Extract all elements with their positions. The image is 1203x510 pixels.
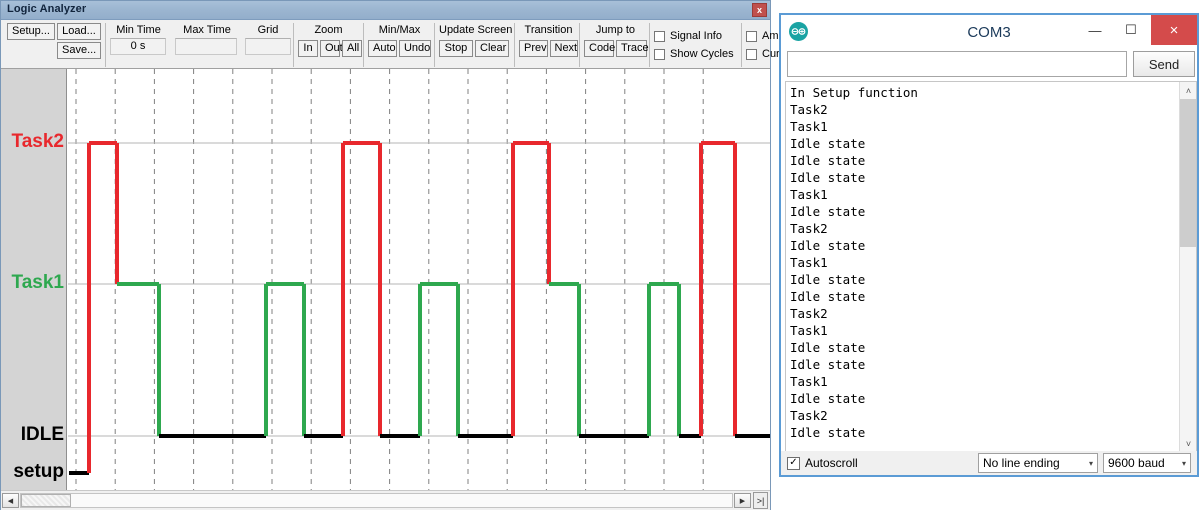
minimize-icon[interactable]: — — [1077, 15, 1113, 45]
transition-caption: Transition — [524, 24, 573, 36]
screen: Logic Analyzer x Setup... Load... Save..… — [0, 0, 1203, 510]
scroll-up-icon[interactable]: ˄ — [1180, 82, 1196, 99]
max-time-group: Max Time — [171, 23, 239, 67]
jump-to-group: Jump to Code Trace — [579, 23, 649, 67]
serial-monitor-titlebar: COM3 — ☐ × — [781, 15, 1197, 49]
jump-to-code-button[interactable]: Code — [584, 40, 615, 57]
scroll-down-icon[interactable]: ˅ — [1180, 435, 1196, 452]
show-cycles-label: Show Cycles — [670, 48, 734, 60]
signal-label-idle: IDLE — [20, 424, 64, 445]
serial-output-text: In Setup function Task2 Task1 Idle state… — [790, 85, 918, 440]
update-screen-group: Update Screen Stop Clear — [434, 23, 513, 67]
min-time-group: Min Time 0 s — [105, 23, 167, 67]
scroll-to-end-button[interactable]: >| — [753, 492, 768, 509]
transition-next-button[interactable]: Next — [549, 40, 578, 57]
baud-rate-select[interactable]: 9600 baud ▾ — [1103, 453, 1191, 473]
maximize-icon[interactable]: ☐ — [1113, 15, 1149, 45]
chevron-down-icon: ▾ — [1088, 458, 1093, 468]
console-scrollbar-thumb[interactable] — [1180, 99, 1196, 247]
signal-label-pane: Task2 Task1 IDLE setup — [1, 69, 67, 490]
minmax-auto-button[interactable]: Auto — [368, 40, 397, 57]
console-vertical-scrollbar[interactable]: ˄ ˅ — [1179, 82, 1196, 452]
send-button[interactable]: Send — [1133, 51, 1195, 77]
grid-group: Grid — [241, 23, 291, 67]
zoom-out-button[interactable]: Out — [320, 40, 343, 57]
max-time-field[interactable] — [175, 38, 237, 55]
display-options-group-1: Signal Info Show Cycles — [649, 23, 735, 67]
signal-info-checkbox[interactable] — [654, 30, 665, 42]
jump-to-caption: Jump to — [595, 24, 636, 36]
min-time-field[interactable]: 0 s — [110, 38, 166, 55]
serial-monitor-statusbar: ✓ Autoscroll No line ending ▾ 9600 baud … — [781, 451, 1197, 475]
update-screen-caption: Update Screen — [439, 24, 513, 36]
amplitude-checkbox[interactable] — [746, 30, 757, 42]
signal-info-label: Signal Info — [670, 30, 722, 42]
transition-group: Transition Prev Next — [514, 23, 578, 67]
save-button[interactable]: Save... — [57, 42, 101, 59]
signal-label-task1: Task1 — [11, 272, 64, 293]
file-button-group: Setup... Load... Save... — [3, 23, 101, 67]
scrollbar-track[interactable] — [20, 493, 733, 508]
serial-monitor-window: COM3 — ☐ × Send In Setup function Task2 … — [779, 13, 1199, 477]
serial-input[interactable] — [787, 51, 1127, 77]
zoom-caption: Zoom — [314, 24, 343, 36]
chevron-down-icon: ▾ — [1181, 458, 1186, 468]
signal-label-task2: Task2 — [11, 131, 64, 152]
scroll-left-icon[interactable]: ◀ — [2, 493, 19, 508]
transition-prev-button[interactable]: Prev — [519, 40, 548, 57]
horizontal-scrollbar[interactable]: ◀ ▶ >| — [1, 490, 770, 510]
autoscroll-label: Autoscroll — [805, 456, 858, 470]
minmax-caption: Min/Max — [378, 24, 421, 36]
logic-analyzer-toolbar: Setup... Load... Save... Min Time 0 s Ma… — [1, 21, 781, 69]
close-icon[interactable]: × — [1151, 15, 1197, 45]
max-time-caption: Max Time — [183, 24, 231, 36]
grid-field[interactable] — [245, 38, 291, 55]
clear-button[interactable]: Clear — [475, 40, 509, 57]
scroll-right-icon[interactable]: ▶ — [734, 493, 751, 508]
window-title: Logic Analyzer — [7, 3, 87, 15]
signal-label-setup: setup — [13, 461, 64, 482]
cursor-checkbox[interactable] — [746, 48, 757, 60]
zoom-group: Zoom In Out All — [293, 23, 362, 67]
amplitude-checkbox-row[interactable]: Amp — [746, 27, 781, 45]
stop-button[interactable]: Stop — [439, 40, 473, 57]
serial-output-console[interactable]: In Setup function Task2 Task1 Idle state… — [785, 81, 1197, 453]
zoom-in-button[interactable]: In — [298, 40, 318, 57]
display-options-group-2: Amp Cur — [741, 23, 781, 67]
minmax-group: Min/Max Auto Undo — [363, 23, 431, 67]
waveform-canvas[interactable] — [68, 69, 770, 490]
autoscroll-checkbox[interactable]: ✓ — [787, 456, 800, 470]
close-icon[interactable]: x — [752, 3, 767, 17]
signal-info-checkbox-row[interactable]: Signal Info — [654, 27, 735, 45]
jump-to-trace-button[interactable]: Trace — [615, 40, 649, 57]
scrollbar-thumb[interactable] — [21, 494, 71, 507]
grid-caption: Grid — [257, 24, 279, 36]
serial-send-row: Send — [787, 51, 1195, 77]
cursor-checkbox-row[interactable]: Cur — [746, 45, 781, 63]
show-cycles-checkbox-row[interactable]: Show Cycles — [654, 45, 735, 63]
waveform-plot-area: Task2 Task1 IDLE setup — [1, 69, 770, 490]
zoom-all-button[interactable]: All — [342, 40, 362, 57]
setup-button[interactable]: Setup... — [7, 23, 55, 40]
cursor-label: Cur — [762, 48, 780, 60]
arduino-infinity-icon — [789, 22, 808, 41]
minmax-undo-button[interactable]: Undo — [398, 40, 431, 57]
logic-analyzer-titlebar: Logic Analyzer x — [1, 1, 770, 20]
load-button[interactable]: Load... — [57, 23, 101, 40]
autoscroll-checkbox-row[interactable]: ✓ Autoscroll — [787, 456, 858, 470]
min-time-caption: Min Time — [116, 24, 161, 36]
show-cycles-checkbox[interactable] — [654, 48, 665, 60]
baud-rate-value: 9600 baud — [1108, 456, 1165, 470]
logic-analyzer-window: Logic Analyzer x Setup... Load... Save..… — [0, 0, 781, 510]
line-ending-value: No line ending — [983, 456, 1060, 470]
line-ending-select[interactable]: No line ending ▾ — [978, 453, 1098, 473]
